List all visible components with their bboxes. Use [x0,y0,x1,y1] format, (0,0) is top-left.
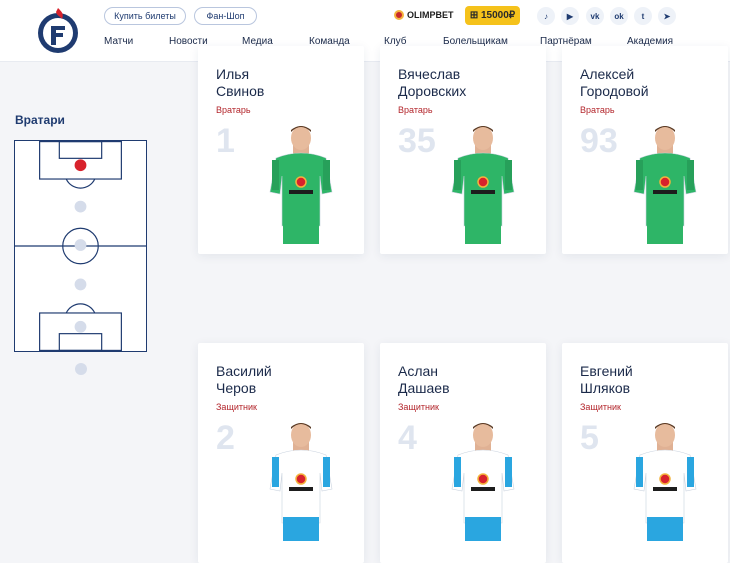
vk-icon[interactable]: vk [586,7,604,25]
telegram-icon[interactable]: ➤ [658,7,676,25]
position-field-map [14,140,147,352]
player-card[interactable]: Алексей Городовой Вратарь 93 [562,46,728,254]
player-photo [626,124,704,249]
nav-matches[interactable]: Матчи [104,36,133,47]
position-title: Вратари [15,113,65,127]
player-first-name: Евгений [580,363,633,379]
club-logo[interactable] [36,6,80,56]
fan-shop-button[interactable]: Фан-Шоп [194,7,257,25]
player-first-name: Вячеслав [398,66,461,82]
player-role: Вратарь [216,105,251,115]
buy-tickets-button[interactable]: Купить билеты [104,7,186,25]
position-dot-forward [74,320,87,333]
position-dot-midfielder [74,239,87,251]
youtube-icon[interactable]: ▶ [561,7,579,25]
tiktok-icon[interactable]: ♪ [537,7,555,25]
position-dot-goalkeeper [74,159,87,172]
player-last-name: Доровских [398,83,467,99]
player-card[interactable]: Аслан Дашаев Защитник 4 [380,343,546,563]
player-last-name: Черов [216,380,257,396]
ok-icon[interactable]: ok [610,7,628,25]
player-last-name: Шляков [580,380,631,396]
twitter-icon[interactable]: t [634,7,652,25]
player-number: 1 [216,122,235,160]
player-first-name: Илья [216,66,250,82]
sponsor-brand[interactable]: OLIMPBET [394,10,454,20]
sponsor-logo-icon [394,10,404,20]
position-dot-defender [74,200,87,213]
player-role: Вратарь [580,105,615,115]
player-number: 4 [398,419,417,457]
player-photo [444,421,522,546]
player-role: Защитник [216,402,257,412]
player-last-name: Городовой [580,83,649,99]
player-last-name: Дашаев [398,380,450,396]
player-photo [262,124,340,249]
player-photo [262,421,340,546]
position-dot-winger [74,278,87,291]
player-first-name: Василий [216,363,272,379]
player-last-name: Свинов [216,83,265,99]
player-number: 5 [580,419,599,457]
player-card[interactable]: Евгений Шляков Защитник 5 [562,343,728,563]
player-role: Вратарь [398,105,433,115]
player-number: 93 [580,122,618,160]
bonus-banner[interactable]: ⊞ 15000₽ [465,6,520,25]
player-photo [626,421,704,546]
player-card[interactable]: Василий Черов Защитник 2 [198,343,364,563]
player-first-name: Алексей [580,66,635,82]
player-photo [444,124,522,249]
player-number: 35 [398,122,436,160]
player-role: Защитник [398,402,439,412]
player-card[interactable]: Вячеслав Доровских Вратарь 35 [380,46,546,254]
player-number: 2 [216,419,235,457]
position-dot-extra[interactable] [74,362,88,376]
player-card[interactable]: Илья Свинов Вратарь 1 [198,46,364,254]
player-role: Защитник [580,402,621,412]
player-first-name: Аслан [398,363,439,379]
sponsor-name: OLIMPBET [407,10,454,20]
